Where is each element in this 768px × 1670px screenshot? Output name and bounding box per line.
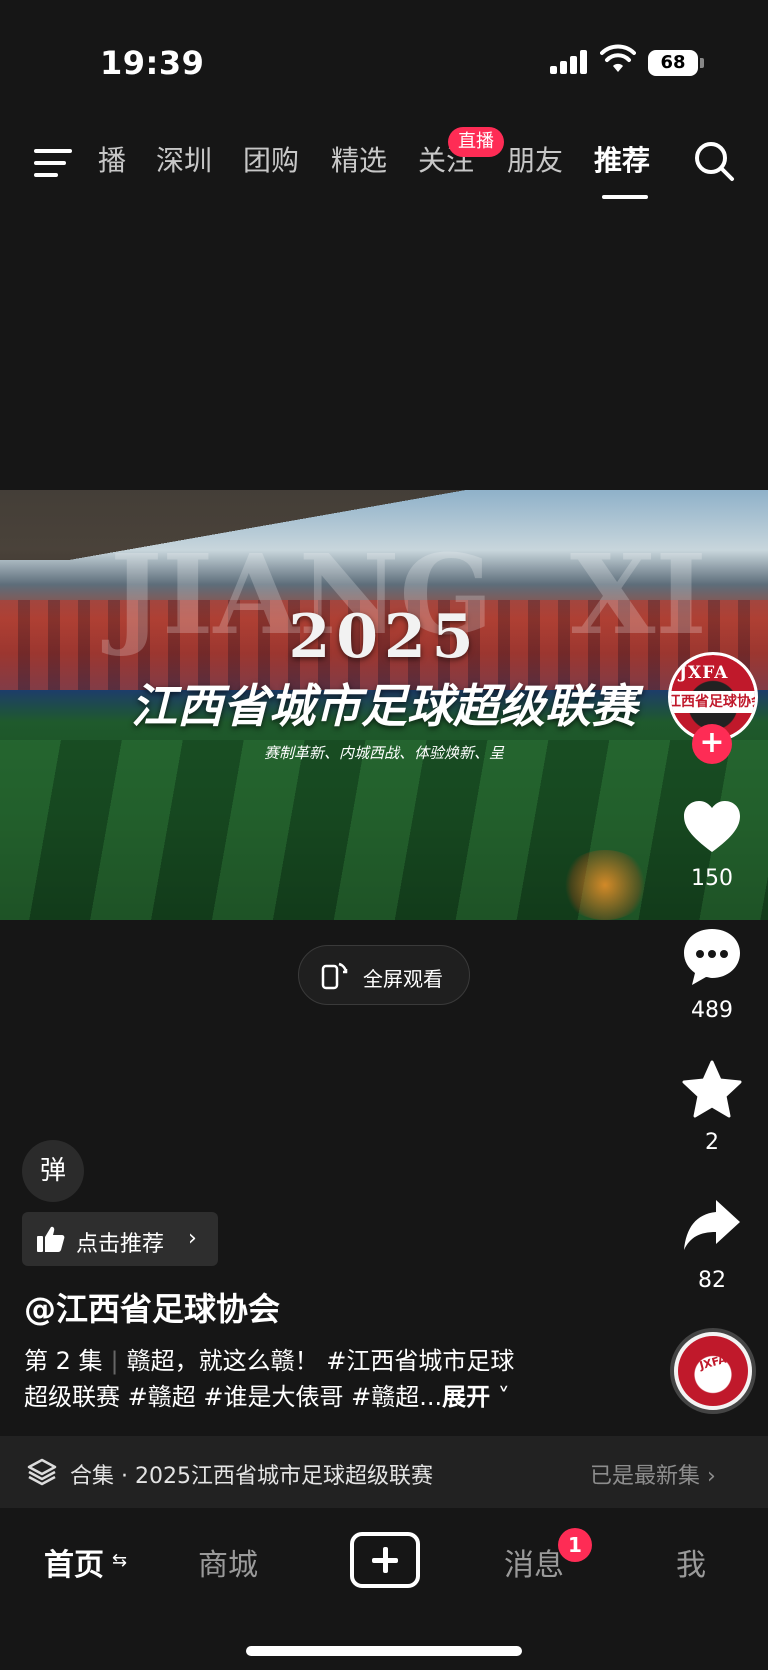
active-tab-indicator bbox=[602, 195, 648, 199]
lens-flare bbox=[560, 850, 650, 920]
video-headline: 江西省城市足球超级联赛 bbox=[131, 679, 637, 733]
chevron-right-icon: › bbox=[700, 1464, 716, 1489]
caption-divider: | bbox=[110, 1347, 119, 1375]
switch-arrows-icon: ⇆ bbox=[112, 1550, 128, 1571]
create-post-button[interactable] bbox=[350, 1532, 420, 1588]
crest-abbreviation: JXFA bbox=[679, 663, 729, 683]
favorite-count: 2 bbox=[705, 1130, 719, 1155]
battery-icon: 68 bbox=[648, 50, 704, 76]
chevron-right-icon: › bbox=[188, 1226, 197, 1251]
top-nav: 播 深圳 团购 精选 关注 直播 朋友 推荐 bbox=[0, 125, 768, 200]
danmu-toggle-button[interactable]: 弹 bbox=[22, 1140, 84, 1202]
comment-count: 489 bbox=[691, 998, 733, 1023]
music-disc[interactable]: JXFA bbox=[670, 1328, 756, 1414]
comment-icon[interactable] bbox=[680, 925, 744, 989]
heart-icon[interactable] bbox=[680, 796, 744, 860]
episode-label: 第 2 集 bbox=[24, 1347, 103, 1375]
layers-icon bbox=[27, 1458, 57, 1486]
caption-text-2: 超级联赛 #赣超 #谁是大俵哥 #赣超... bbox=[24, 1383, 443, 1411]
menu-icon[interactable] bbox=[34, 147, 74, 179]
tab-shenzhen[interactable]: 深圳 bbox=[156, 139, 212, 179]
status-bar: 19:39 68 bbox=[0, 0, 768, 120]
expand-button[interactable]: 展开 bbox=[442, 1383, 490, 1411]
tab-live-broadcast[interactable]: 播 bbox=[98, 139, 126, 179]
pitch bbox=[0, 740, 768, 920]
tab-featured[interactable]: 精选 bbox=[331, 139, 387, 179]
fullscreen-label: 全屏观看 bbox=[363, 967, 443, 991]
message-count-badge: 1 bbox=[558, 1528, 592, 1562]
author-name[interactable]: @江西省足球协会 bbox=[24, 1284, 280, 1330]
caption-line-1: 第 2 集 | 赣超，就这么赣！ #江西省城市足球 bbox=[24, 1343, 624, 1379]
search-icon[interactable] bbox=[692, 139, 736, 183]
recommend-label: 点击推荐 bbox=[76, 1232, 165, 1257]
tab-me[interactable]: 我 bbox=[676, 1540, 706, 1584]
star-icon[interactable] bbox=[680, 1058, 744, 1122]
collection-status: 已是最新集 › bbox=[590, 1458, 716, 1490]
home-indicator bbox=[246, 1646, 522, 1656]
cellular-signal-icon bbox=[550, 50, 590, 74]
video-player[interactable]: JIANG XI 2025 江西省城市足球超级联赛 赛制革新、内城西战、体验焕新… bbox=[0, 490, 768, 920]
like-count: 150 bbox=[691, 866, 733, 891]
video-tagline: 赛制革新、内城西战、体验焕新、呈 bbox=[263, 744, 504, 762]
share-icon[interactable] bbox=[680, 1194, 744, 1258]
fullscreen-button[interactable]: 全屏观看 bbox=[298, 945, 470, 1005]
tab-group-buy[interactable]: 团购 bbox=[243, 139, 299, 179]
thumbs-up-icon bbox=[37, 1226, 65, 1252]
tab-home[interactable]: 首页 bbox=[44, 1540, 104, 1584]
chevron-down-icon: ˅ bbox=[490, 1383, 510, 1411]
recommend-button[interactable]: 点击推荐 › bbox=[22, 1212, 218, 1266]
collection-title: 合集 · 2025江西省城市足球超级联赛 bbox=[70, 1464, 433, 1489]
post-caption: 第 2 集 | 赣超，就这么赣！ #江西省城市足球 超级联赛 #赣超 #谁是大俵哥 … bbox=[24, 1343, 624, 1415]
tab-mall[interactable]: 商城 bbox=[198, 1540, 258, 1584]
tab-messages[interactable]: 消息 bbox=[504, 1540, 564, 1584]
collection-bar[interactable]: 合集 · 2025江西省城市足球超级联赛 已是最新集 › bbox=[0, 1436, 768, 1508]
wifi-icon bbox=[600, 44, 636, 72]
caption-line-2: 超级联赛 #赣超 #谁是大俵哥 #赣超...展开 ˅ bbox=[24, 1379, 624, 1415]
status-time: 19:39 bbox=[100, 44, 205, 82]
tab-friends[interactable]: 朋友 bbox=[507, 139, 563, 179]
follow-button[interactable]: + bbox=[692, 724, 732, 764]
live-badge: 直播 bbox=[448, 127, 504, 157]
caption-text-1: 赣超，就这么赣！ #江西省城市足球 bbox=[126, 1347, 515, 1375]
tab-recommended[interactable]: 推荐 bbox=[594, 139, 650, 179]
collection-status-text: 已是最新集 bbox=[590, 1464, 701, 1489]
rotate-screen-icon bbox=[321, 962, 348, 990]
video-year: 2025 bbox=[288, 602, 480, 672]
crest-band-text: 江西省足球协会 bbox=[671, 691, 755, 713]
share-count: 82 bbox=[698, 1268, 726, 1293]
